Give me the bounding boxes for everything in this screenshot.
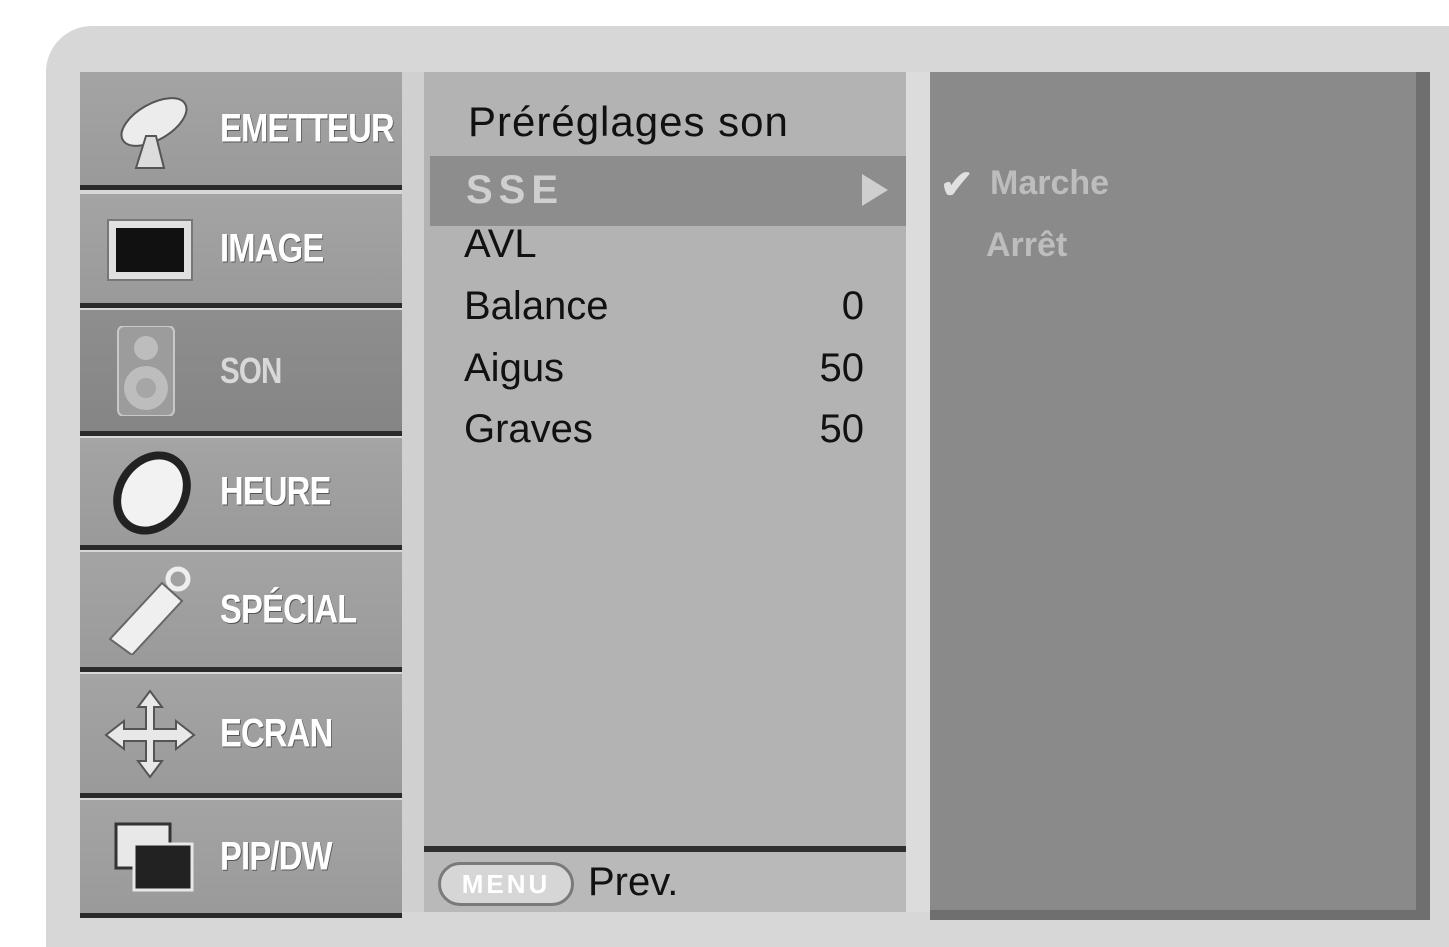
submenu-item-aigus[interactable]: Aigus 50 — [464, 346, 864, 396]
column-divider — [402, 72, 424, 912]
submenu-item-selected[interactable]: SSE — [430, 156, 916, 226]
sound-submenu: Préréglages son SSE AVL Balance 0 Aigus … — [424, 72, 916, 912]
category-son[interactable]: SON — [80, 310, 402, 436]
category-label: IMAGE — [220, 226, 324, 270]
checkmark-icon: ✔ — [940, 163, 974, 207]
picture-screen-icon — [102, 204, 198, 294]
clock-icon — [102, 447, 198, 537]
category-image[interactable]: IMAGE — [80, 194, 402, 308]
column-divider — [906, 72, 930, 912]
category-label: EMETTEUR — [220, 106, 395, 150]
submenu-item-balance[interactable]: Balance 0 — [464, 284, 864, 334]
submenu-item-graves[interactable]: Graves 50 — [464, 407, 864, 457]
category-label: SON — [220, 349, 282, 391]
selected-item-label: SSE — [466, 168, 565, 212]
item-label: Balance — [464, 284, 609, 328]
category-label: SPÉCIAL — [220, 587, 357, 631]
item-value: 0 — [841, 284, 864, 328]
item-label: Aigus — [464, 346, 565, 390]
speaker-icon — [102, 324, 198, 417]
pip-windows-icon — [102, 812, 198, 902]
option-arret[interactable]: Arrêt — [986, 226, 1067, 265]
item-value: 50 — [819, 346, 865, 390]
menu-button[interactable]: MENU — [438, 862, 574, 906]
satellite-dish-icon — [102, 84, 198, 174]
arrow-right-icon — [862, 174, 888, 206]
item-label: AVL — [464, 222, 537, 266]
category-label: ECRAN — [220, 711, 333, 755]
prev-label: Prev. — [588, 860, 679, 904]
category-special[interactable]: SPÉCIAL — [80, 552, 402, 672]
category-label: HEURE — [220, 469, 332, 513]
category-emetteur[interactable]: EMETTEUR — [80, 72, 402, 190]
category-ecran[interactable]: ECRAN — [80, 674, 402, 798]
category-pip-dw[interactable]: PIP/DW — [80, 800, 402, 918]
option-marche[interactable]: Marche — [990, 164, 1109, 203]
category-heure[interactable]: HEURE — [80, 438, 402, 550]
item-label: Graves — [464, 407, 593, 451]
category-label: PIP/DW — [220, 834, 333, 878]
submenu-item-avl[interactable]: AVL — [464, 222, 864, 272]
submenu-item-presets[interactable]: Préréglages son — [468, 98, 789, 146]
item-value: 50 — [819, 407, 865, 451]
move-arrows-icon — [102, 688, 198, 779]
submenu-footer: MENU Prev. — [424, 846, 906, 912]
options-panel: ✔ Marche Arrêt — [930, 72, 1430, 920]
key-tag-icon — [102, 565, 198, 656]
